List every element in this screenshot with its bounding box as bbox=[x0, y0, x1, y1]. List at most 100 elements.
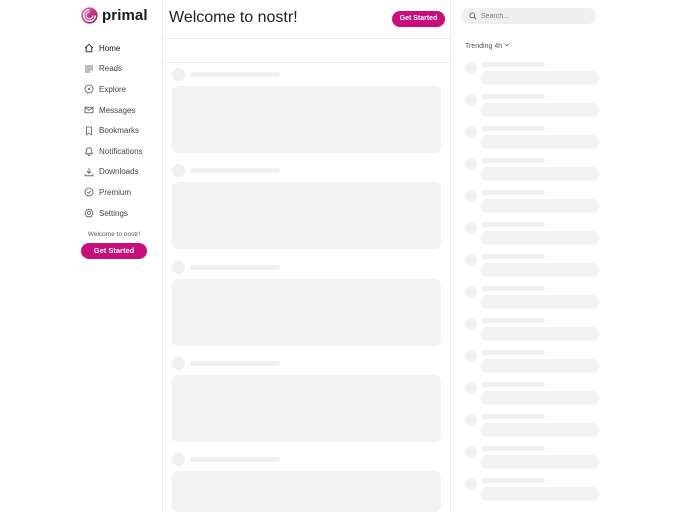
sidebar-item-label: Settings bbox=[99, 208, 128, 218]
download-icon bbox=[84, 167, 94, 177]
name-placeholder bbox=[481, 286, 545, 291]
trending-item-placeholder bbox=[465, 254, 601, 278]
sidebar-item-notifications[interactable]: Notifications bbox=[84, 141, 143, 162]
trending-item-placeholder bbox=[465, 446, 601, 470]
content-placeholder bbox=[481, 167, 599, 181]
sidebar-item-label: Bookmarks bbox=[99, 126, 140, 136]
name-placeholder bbox=[481, 62, 545, 67]
trending-label: Trending 4h bbox=[465, 42, 503, 50]
name-placeholder bbox=[190, 72, 280, 77]
avatar-placeholder bbox=[465, 318, 477, 330]
content-placeholder bbox=[481, 455, 599, 469]
trending-selector[interactable]: Trending 4h bbox=[465, 42, 510, 50]
name-placeholder bbox=[481, 382, 545, 387]
content-placeholder bbox=[481, 359, 599, 373]
avatar-placeholder bbox=[465, 254, 477, 266]
sidebar-item-reads[interactable]: Reads bbox=[84, 59, 143, 80]
sidebar: primal Home Reads Explore Messages Bookm… bbox=[0, 0, 162, 512]
reads-icon bbox=[84, 64, 94, 74]
content-placeholder bbox=[481, 487, 599, 501]
page-title: Welcome to nostr! bbox=[169, 9, 298, 26]
primal-logo-icon bbox=[81, 7, 98, 24]
name-placeholder bbox=[190, 168, 280, 173]
sidebar-item-premium[interactable]: Premium bbox=[84, 182, 143, 203]
content-placeholder bbox=[172, 471, 441, 512]
content-placeholder bbox=[481, 327, 599, 341]
sidebar-item-label: Home bbox=[99, 43, 121, 53]
content-placeholder bbox=[481, 199, 599, 213]
sidebar-item-explore[interactable]: Explore bbox=[84, 79, 143, 100]
sidebar-get-started-button[interactable]: Get Started bbox=[81, 243, 147, 259]
sidebar-item-downloads[interactable]: Downloads bbox=[84, 162, 143, 183]
avatar-placeholder bbox=[465, 286, 477, 298]
trending-item-placeholder bbox=[465, 414, 601, 438]
trending-item-placeholder bbox=[465, 478, 601, 502]
avatar-placeholder bbox=[465, 62, 477, 74]
content-placeholder bbox=[481, 135, 599, 149]
search-bar[interactable] bbox=[461, 8, 596, 24]
avatar-placeholder bbox=[172, 261, 185, 274]
name-placeholder bbox=[481, 158, 545, 163]
trending-item-placeholder bbox=[465, 158, 601, 182]
name-placeholder bbox=[481, 350, 545, 355]
chevron-down-icon bbox=[504, 42, 510, 50]
name-placeholder bbox=[481, 446, 545, 451]
sidebar-item-label: Explore bbox=[99, 84, 127, 94]
content-placeholder bbox=[172, 375, 441, 442]
avatar-placeholder bbox=[465, 190, 477, 202]
right-panel: Trending 4h bbox=[451, 0, 688, 512]
header-divider bbox=[163, 38, 450, 39]
name-placeholder bbox=[481, 254, 545, 259]
header-get-started-button[interactable]: Get Started bbox=[392, 11, 445, 27]
trending-item-placeholder bbox=[465, 350, 601, 374]
trending-item-placeholder bbox=[465, 126, 601, 150]
sidebar-item-label: Premium bbox=[99, 187, 132, 197]
trending-item-placeholder bbox=[465, 382, 601, 406]
bell-icon bbox=[84, 146, 94, 157]
name-placeholder bbox=[481, 414, 545, 419]
avatar-placeholder bbox=[465, 446, 477, 458]
sidebar-item-label: Downloads bbox=[99, 167, 139, 177]
content-placeholder bbox=[481, 423, 599, 437]
name-placeholder bbox=[481, 318, 545, 323]
trending-item-placeholder bbox=[465, 222, 601, 246]
sidebar-item-messages[interactable]: Messages bbox=[84, 100, 143, 121]
trending-item-placeholder bbox=[465, 62, 601, 86]
trending-item-placeholder bbox=[465, 286, 601, 310]
primal-logo[interactable]: primal bbox=[81, 7, 148, 24]
sidebar-item-settings[interactable]: Settings bbox=[84, 203, 143, 224]
avatar-placeholder bbox=[465, 382, 477, 394]
avatar-placeholder bbox=[465, 350, 477, 362]
content-placeholder bbox=[172, 182, 441, 249]
brand-name: primal bbox=[102, 7, 148, 24]
sidebar-item-bookmarks[interactable]: Bookmarks bbox=[84, 120, 143, 141]
main-feed: Welcome to nostr! Get Started bbox=[163, 0, 450, 512]
name-placeholder bbox=[190, 265, 280, 270]
sidebar-item-home[interactable]: Home bbox=[84, 38, 143, 59]
name-placeholder bbox=[190, 361, 280, 366]
envelope-icon bbox=[84, 105, 94, 115]
name-placeholder bbox=[481, 190, 545, 195]
avatar-placeholder bbox=[465, 94, 477, 106]
tabs-divider bbox=[163, 62, 450, 63]
avatar-placeholder bbox=[465, 414, 477, 426]
avatar-placeholder bbox=[172, 68, 185, 81]
content-placeholder bbox=[481, 231, 599, 245]
home-icon bbox=[84, 43, 94, 53]
avatar-placeholder bbox=[172, 357, 185, 370]
avatar-placeholder bbox=[465, 478, 477, 490]
compass-icon bbox=[84, 84, 94, 94]
sidebar-welcome-text: Welcome to nostr! bbox=[87, 231, 141, 238]
sidebar-item-label: Reads bbox=[99, 64, 123, 74]
name-placeholder bbox=[481, 94, 545, 99]
sidebar-nav: Home Reads Explore Messages Bookmarks No… bbox=[84, 38, 143, 223]
content-placeholder bbox=[481, 263, 599, 277]
search-input[interactable] bbox=[481, 12, 591, 20]
avatar-placeholder bbox=[465, 222, 477, 234]
trending-item-placeholder bbox=[465, 318, 601, 342]
name-placeholder bbox=[481, 478, 545, 483]
sidebar-item-label: Messages bbox=[99, 105, 136, 115]
search-icon bbox=[469, 12, 477, 20]
content-placeholder bbox=[481, 295, 599, 309]
sidebar-item-label: Notifications bbox=[99, 146, 143, 156]
